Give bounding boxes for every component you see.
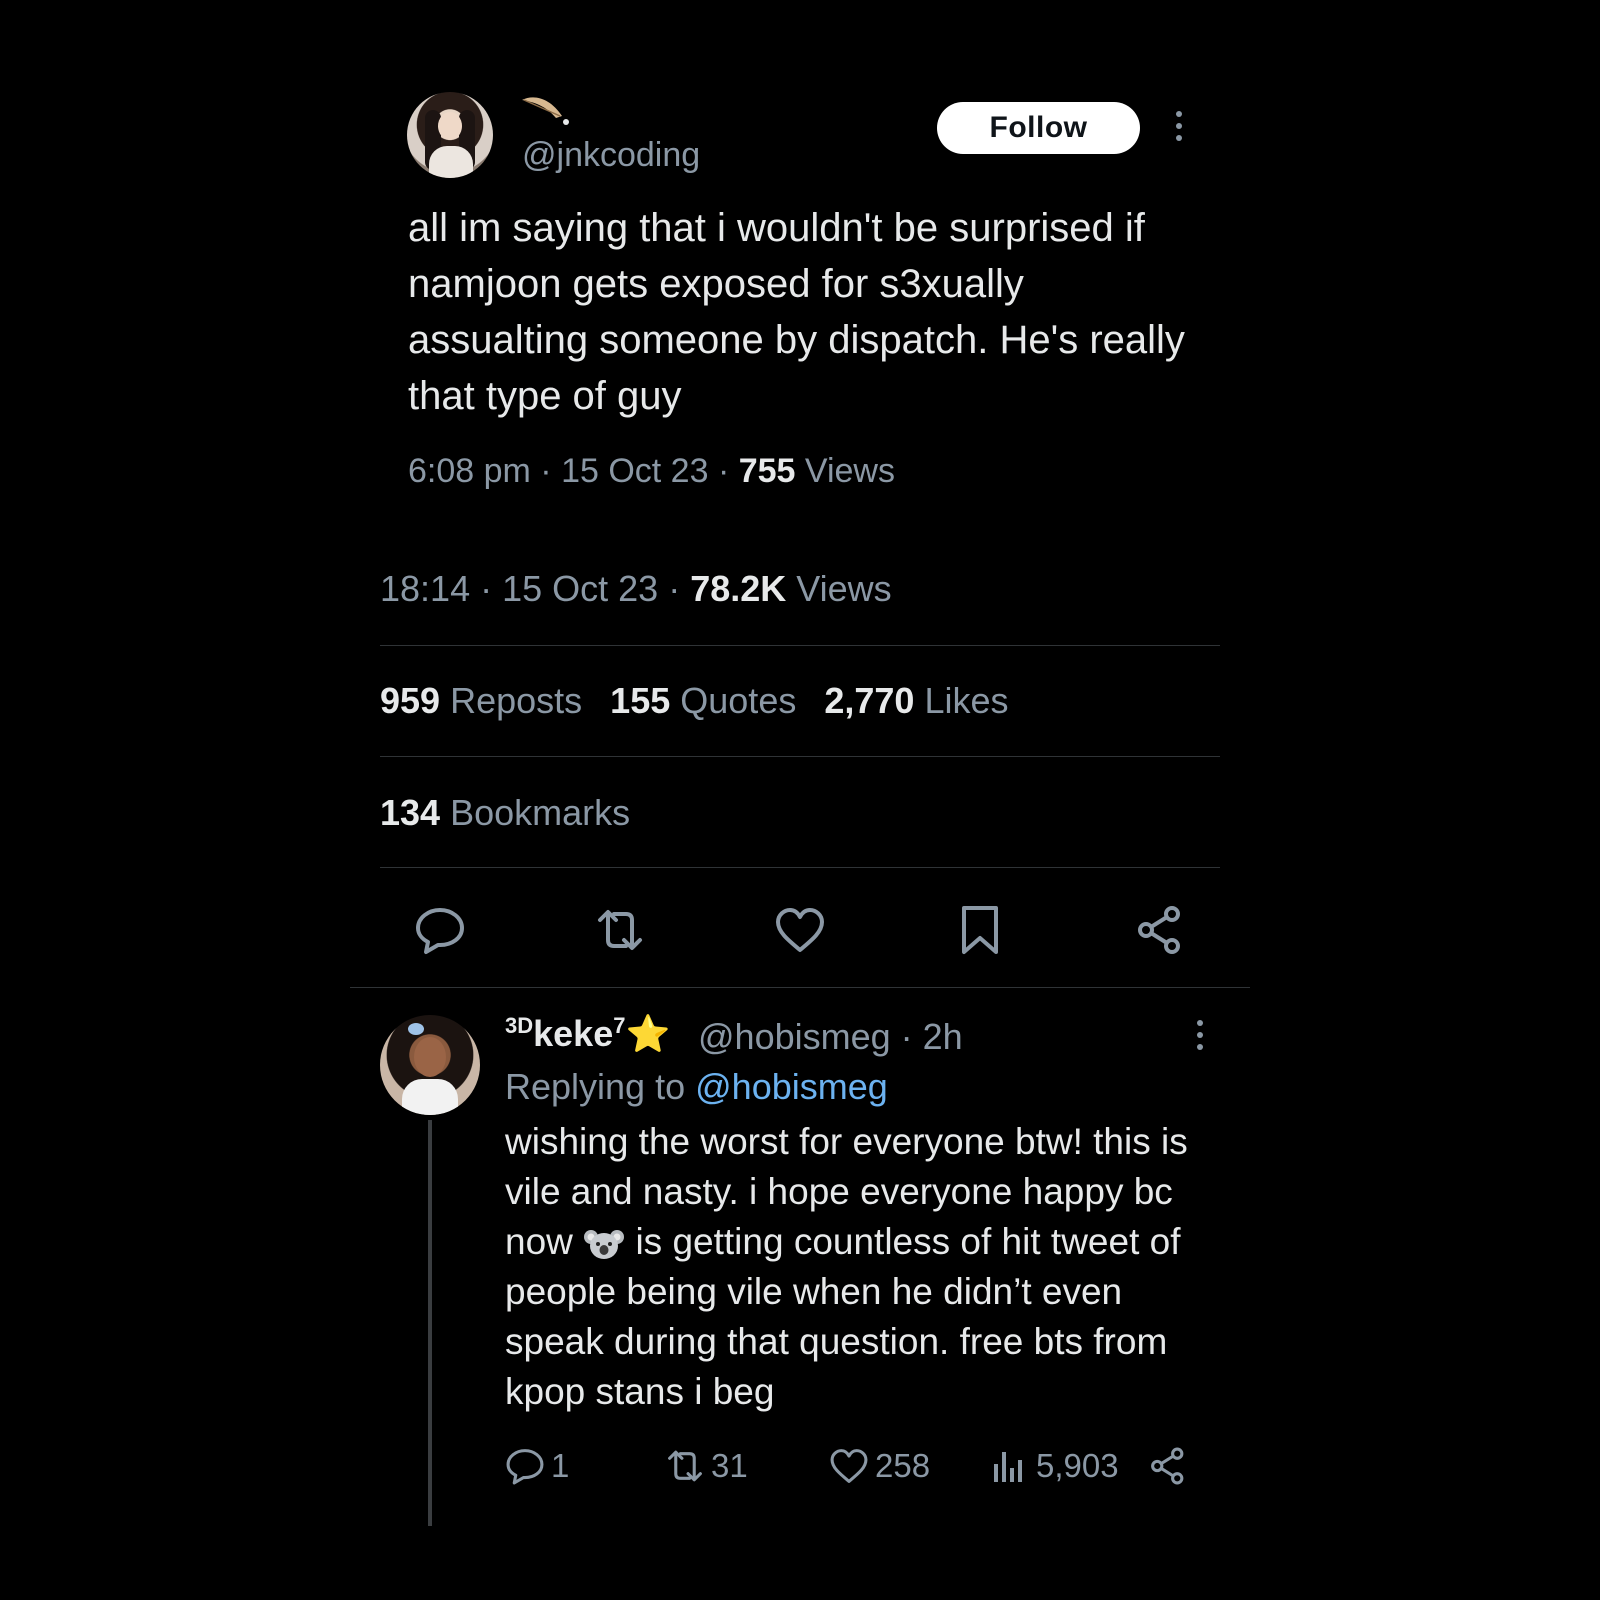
reply-repost-action[interactable]: 31 [665, 1444, 748, 1488]
koala-icon [584, 1230, 625, 1260]
like-icon [830, 1449, 868, 1483]
more-options-icon[interactable] [1193, 1017, 1207, 1053]
quoted-tweet-time: 6:08 pm [408, 452, 531, 490]
replying-to-mention[interactable]: @hobismeg [695, 1066, 888, 1107]
divider [380, 645, 1220, 646]
reply-like-count: 258 [875, 1447, 931, 1484]
thread-line [428, 1120, 432, 1526]
star-icon: ⭐ [625, 1013, 671, 1054]
divider [380, 867, 1220, 868]
views-icon [994, 1452, 1022, 1482]
reply-age: 2h [922, 1016, 963, 1057]
reply-meta: @hobismeg · 2h [698, 1016, 963, 1057]
quoted-tweet-views-label: Views [804, 452, 895, 490]
reply-author-display-name: keke [533, 1013, 614, 1054]
tweet-time: 18:14 [380, 568, 471, 609]
quoted-author-handle[interactable]: @jnkcoding [522, 136, 700, 175]
likes-stat[interactable]: 2,770 Likes [824, 680, 1008, 721]
replying-to-label: Replying to [505, 1066, 686, 1107]
quoted-tweet-text: all im saying that i wouldn't be surpris… [408, 206, 1185, 418]
quotes-label: Quotes [680, 680, 797, 721]
divider [350, 987, 1250, 988]
likes-label: Likes [924, 680, 1009, 721]
bookmark-icon[interactable] [954, 904, 1006, 956]
reply-share-action[interactable] [1148, 1444, 1194, 1488]
reply-author-name[interactable]: 3Dkeke7⭐ [505, 1013, 670, 1055]
tweet-date: 15 Oct 23 [502, 568, 659, 609]
reply-repost-count: 31 [711, 1447, 748, 1484]
tweet-meta: 18:14 · 15 Oct 23 · 78.2K Views [380, 568, 892, 609]
reply-reply-action[interactable]: 1 [505, 1444, 569, 1488]
quoted-tweet-views-count: 755 [738, 452, 796, 490]
reply-text: wishing the worst for everyone btw! this… [505, 1117, 1225, 1417]
replying-to: Replying to @hobismeg [505, 1066, 888, 1108]
quotes-stat[interactable]: 155 Quotes [610, 680, 796, 721]
bookmarks-label: Bookmarks [450, 792, 631, 833]
reply-reply-count: 1 [551, 1447, 570, 1484]
likes-count: 2,770 [824, 680, 915, 721]
reply-author-avatar[interactable] [380, 1015, 480, 1115]
feather-icon [522, 97, 569, 125]
reposts-label: Reposts [450, 680, 583, 721]
reply-view-count: 5,903 [1036, 1447, 1119, 1484]
reply-views-action[interactable]: 5,903 [990, 1444, 1119, 1488]
divider [380, 756, 1220, 757]
more-options-icon[interactable] [1172, 108, 1186, 144]
quoted-tweet-meta: 6:08 pm · 15 Oct 23 · 755 Views [408, 452, 895, 490]
share-icon [1151, 1447, 1184, 1485]
reply-author-name-prefix: 3D [505, 1013, 534, 1038]
reply-author-handle[interactable]: @hobismeg [698, 1016, 891, 1057]
reposts-stat[interactable]: 959 Reposts [380, 680, 582, 721]
share-icon[interactable] [1134, 904, 1186, 956]
bookmarks-count: 134 [380, 792, 441, 833]
quoted-author-avatar[interactable] [407, 92, 493, 178]
like-icon[interactable] [774, 904, 826, 956]
bookmarks-stat[interactable]: 134 Bookmarks [380, 792, 630, 834]
quoted-tweet-date: 15 Oct 23 [561, 452, 709, 490]
repost-icon [668, 1450, 702, 1482]
follow-button[interactable]: Follow [937, 102, 1140, 154]
reply-like-action[interactable]: 258 [829, 1444, 930, 1488]
quotes-count: 155 [610, 680, 671, 721]
reposts-count: 959 [380, 680, 441, 721]
repost-icon[interactable] [594, 904, 646, 956]
reply-icon[interactable] [414, 904, 466, 956]
tweet-views-label: Views [796, 568, 892, 609]
reply-icon [506, 1449, 544, 1485]
tweet-views-count: 78.2K [690, 568, 787, 609]
reply-author-name-suffix: 7 [613, 1013, 626, 1038]
engagement-stats: 959 Reposts 155 Quotes 2,770 Likes [380, 680, 1009, 722]
